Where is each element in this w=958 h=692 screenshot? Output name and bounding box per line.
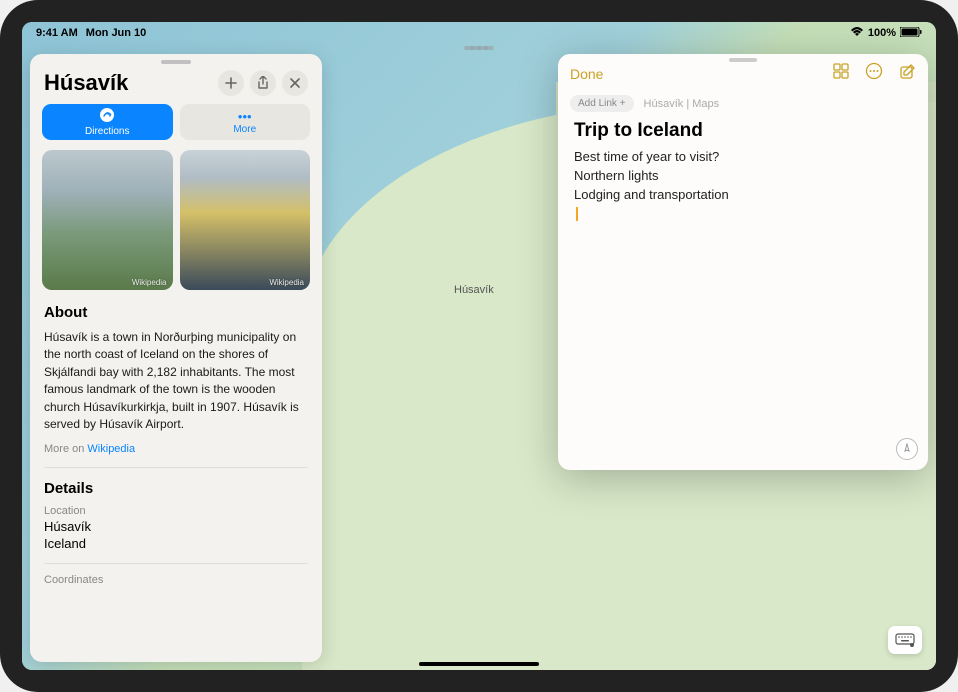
directions-button[interactable]: Directions xyxy=(42,104,173,140)
location-label: Location xyxy=(44,505,308,517)
note-grabber[interactable] xyxy=(729,58,757,62)
photo-attribution: Wikipedia xyxy=(132,278,167,287)
ellipsis-icon: ••• xyxy=(238,110,252,123)
keyboard-button[interactable] xyxy=(888,626,922,654)
about-text: Húsavík is a town in Norðurþing municipa… xyxy=(30,329,322,443)
text-cursor xyxy=(576,207,578,221)
multitasking-control[interactable] xyxy=(464,46,494,50)
wifi-icon xyxy=(850,27,864,40)
maps-place-panel: Húsavík xyxy=(30,54,322,662)
more-label: More xyxy=(233,124,256,135)
note-title: Trip to Iceland xyxy=(574,120,912,142)
directions-icon xyxy=(99,107,115,125)
battery-icon xyxy=(900,27,922,40)
status-date: Mon Jun 10 xyxy=(86,27,147,39)
place-photo-2[interactable]: Wikipedia xyxy=(180,150,311,290)
directions-label: Directions xyxy=(85,126,129,137)
home-indicator[interactable] xyxy=(419,662,539,666)
map-place-label: Húsavík xyxy=(454,284,494,296)
handwriting-icon[interactable] xyxy=(896,438,918,460)
quick-note-panel: Done Add Link + Húsavík | Maps xyxy=(558,54,928,470)
note-line: Northern lights xyxy=(574,167,912,186)
about-more-link[interactable]: More on Wikipedia xyxy=(30,443,322,467)
about-heading: About xyxy=(30,302,322,329)
divider xyxy=(44,563,308,564)
details-heading: Details xyxy=(30,478,322,505)
more-icon[interactable] xyxy=(865,62,883,85)
add-link-chip[interactable]: Add Link + xyxy=(570,95,634,112)
note-line: Best time of year to visit? xyxy=(574,148,912,167)
close-button[interactable] xyxy=(282,70,308,96)
gallery-icon[interactable] xyxy=(833,63,849,84)
panel-grabber[interactable] xyxy=(161,60,191,64)
place-title: Húsavík xyxy=(44,70,128,96)
add-button[interactable] xyxy=(218,70,244,96)
detail-coordinates: Coordinates xyxy=(30,574,322,598)
battery-percent: 100% xyxy=(868,27,896,39)
compose-icon[interactable] xyxy=(899,63,916,85)
status-time: 9:41 AM xyxy=(36,27,78,39)
place-photo-1[interactable]: Wikipedia xyxy=(42,150,173,290)
status-bar: 9:41 AM Mon Jun 10 100% xyxy=(22,22,936,44)
note-line: Lodging and transportation xyxy=(574,186,912,205)
link-breadcrumb[interactable]: Húsavík | Maps xyxy=(644,98,720,110)
more-button[interactable]: ••• More xyxy=(180,104,311,140)
note-editor[interactable]: Trip to Iceland Best time of year to vis… xyxy=(558,120,928,223)
coordinates-label: Coordinates xyxy=(44,574,308,586)
done-button[interactable]: Done xyxy=(570,66,603,82)
photo-attribution: Wikipedia xyxy=(269,278,304,287)
divider xyxy=(44,467,308,468)
detail-location: Location Húsavík Iceland xyxy=(30,505,322,563)
location-value: Húsavík Iceland xyxy=(44,519,308,553)
share-button[interactable] xyxy=(250,70,276,96)
